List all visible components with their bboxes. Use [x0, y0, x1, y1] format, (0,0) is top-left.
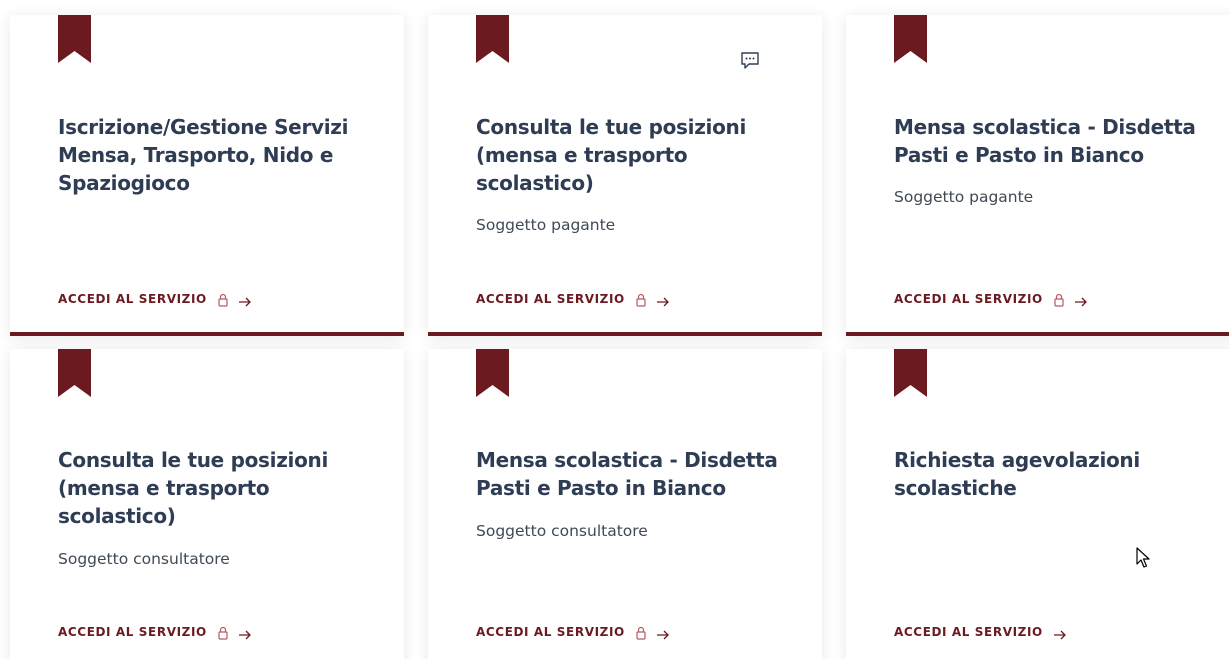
card-subtitle: Soggetto consultatore: [58, 550, 230, 568]
arrow-right-icon: [656, 626, 670, 640]
service-card[interactable]: Mensa scolastica - Disdetta Pasti e Past…: [846, 15, 1229, 336]
card-subtitle: Soggetto pagante: [894, 188, 1034, 206]
arrow-right-icon: [1074, 293, 1088, 307]
card-subtitle: Soggetto pagante: [476, 216, 616, 234]
services-page: Iscrizione/Gestione Servizi Mensa, Trasp…: [0, 0, 1229, 659]
access-service-label: ACCEDI AL SERVIZIO: [476, 292, 625, 306]
card-title: Mensa scolastica - Disdetta Pasti e Past…: [476, 448, 778, 500]
service-card[interactable]: Iscrizione/Gestione Servizi Mensa, Trasp…: [10, 15, 404, 336]
access-service-label: ACCEDI AL SERVIZIO: [476, 625, 625, 639]
access-service-label: ACCEDI AL SERVIZIO: [58, 292, 207, 306]
card-title: Consulta le tue posizioni (mensa e trasp…: [58, 448, 329, 528]
service-card[interactable]: Mensa scolastica - Disdetta Pasti e Past…: [428, 349, 822, 659]
access-service-link[interactable]: ACCEDI AL SERVIZIO: [894, 625, 1067, 640]
lock-icon: [1054, 292, 1064, 307]
access-service-label: ACCEDI AL SERVIZIO: [58, 625, 207, 639]
arrow-right-icon: [656, 293, 670, 307]
bookmark-icon: [476, 349, 509, 397]
access-service-link[interactable]: ACCEDI AL SERVIZIO: [58, 625, 252, 640]
access-service-label: ACCEDI AL SERVIZIO: [894, 625, 1043, 639]
chat-icon[interactable]: [740, 51, 760, 71]
lock-icon: [218, 625, 228, 640]
card-title: Richiesta agevolazioni scolastiche: [894, 448, 1140, 500]
bookmark-icon: [58, 349, 91, 397]
access-service-link[interactable]: ACCEDI AL SERVIZIO: [58, 292, 252, 307]
service-card[interactable]: Richiesta agevolazioni scolastiche ACCED…: [846, 349, 1229, 659]
service-card[interactable]: Consulta le tue posizioni (mensa e trasp…: [428, 15, 822, 336]
card-title: Mensa scolastica - Disdetta Pasti e Past…: [894, 115, 1196, 167]
access-service-link[interactable]: ACCEDI AL SERVIZIO: [476, 292, 670, 307]
card-subtitle: Soggetto consultatore: [476, 522, 648, 540]
bookmark-icon: [894, 15, 927, 63]
lock-icon: [636, 292, 646, 307]
lock-icon: [218, 292, 228, 307]
bookmark-icon: [894, 349, 927, 397]
lock-icon: [636, 625, 646, 640]
bookmark-icon: [476, 15, 509, 63]
bookmark-icon: [58, 15, 91, 63]
service-card[interactable]: Consulta le tue posizioni (mensa e trasp…: [10, 349, 404, 659]
card-title: Consulta le tue posizioni (mensa e trasp…: [476, 115, 747, 195]
access-service-label: ACCEDI AL SERVIZIO: [894, 292, 1043, 306]
card-title: Iscrizione/Gestione Servizi Mensa, Trasp…: [58, 115, 349, 195]
access-service-link[interactable]: ACCEDI AL SERVIZIO: [476, 625, 670, 640]
arrow-right-icon: [238, 626, 252, 640]
access-service-link[interactable]: ACCEDI AL SERVIZIO: [894, 292, 1088, 307]
mouse-cursor-icon: [1136, 547, 1152, 569]
arrow-right-icon: [1053, 626, 1067, 640]
arrow-right-icon: [238, 293, 252, 307]
